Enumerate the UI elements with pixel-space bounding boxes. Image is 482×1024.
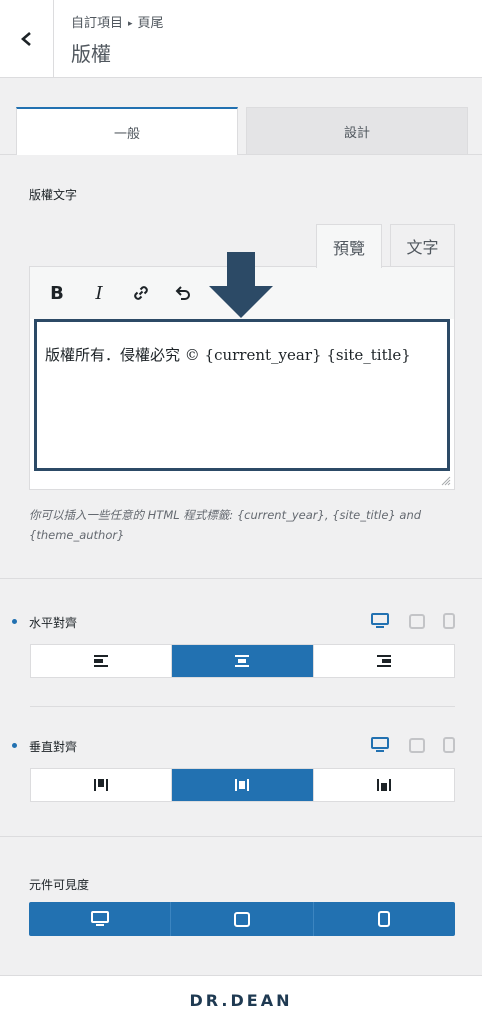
- breadcrumb: 自訂項目 ▸ 頁尾: [71, 12, 164, 31]
- align-right-icon: [376, 655, 391, 667]
- logo-text: DR.DEAN: [189, 990, 293, 1010]
- vertical-align-label: 垂直對齊: [29, 740, 78, 754]
- chevron-left-icon: [20, 32, 31, 46]
- tablet-icon[interactable]: [409, 738, 425, 753]
- undo-button[interactable]: [169, 279, 197, 307]
- align-left-icon: [94, 655, 109, 667]
- tablet-icon: [233, 911, 250, 927]
- align-top-button[interactable]: [31, 769, 173, 801]
- editor-tab-preview[interactable]: 預覽: [316, 224, 382, 268]
- page-title: 版權: [71, 42, 111, 66]
- customizer-header: 自訂項目 ▸ 頁尾 版權: [0, 0, 482, 78]
- visibility-buttons: [29, 902, 455, 936]
- align-left-button[interactable]: [31, 645, 173, 677]
- align-bottom-icon: [376, 779, 391, 791]
- desktop-icon[interactable]: [371, 613, 389, 629]
- tab-general[interactable]: 一般: [16, 107, 238, 155]
- visibility-mobile-button[interactable]: [314, 902, 455, 936]
- footer: DR.DEAN: [0, 975, 482, 1024]
- resize-grip-icon[interactable]: [441, 476, 451, 486]
- desktop-icon[interactable]: [371, 737, 389, 753]
- breadcrumb-separator-icon: ▸: [128, 19, 133, 29]
- tablet-icon[interactable]: [409, 614, 425, 629]
- hint-text: 你可以插入一些任意的 HTML 程式標籤: {current_year}, {s…: [29, 508, 422, 542]
- content-area[interactable]: 版權所有．侵權必究 © {current_year} {site_title}: [34, 319, 450, 471]
- undo-icon: [175, 286, 190, 300]
- italic-button[interactable]: I: [85, 279, 113, 307]
- link-button[interactable]: [127, 279, 155, 307]
- section-divider: [0, 578, 482, 579]
- link-icon: [134, 286, 148, 300]
- visibility-desktop-button[interactable]: [29, 902, 172, 936]
- breadcrumb-parent: 自訂項目: [71, 16, 124, 31]
- align-right-button[interactable]: [314, 645, 454, 677]
- copyright-label: 版權文字: [29, 188, 78, 202]
- inner-divider: [30, 706, 455, 707]
- tab-design[interactable]: 設計: [246, 107, 468, 155]
- back-button[interactable]: [0, 0, 54, 78]
- vertical-align-buttons: [30, 768, 455, 802]
- align-middle-icon: [235, 779, 250, 791]
- bold-button[interactable]: B: [43, 279, 71, 307]
- horizontal-align-label: 水平對齊: [29, 616, 78, 630]
- mobile-icon: [378, 911, 391, 927]
- breadcrumb-child: 頁尾: [137, 16, 164, 31]
- align-center-icon: [235, 655, 250, 667]
- visibility-label: 元件可見度: [29, 878, 90, 892]
- mobile-icon[interactable]: [443, 737, 455, 753]
- editor-tab-text[interactable]: 文字: [390, 224, 455, 267]
- desktop-icon: [90, 911, 109, 926]
- section-divider: [0, 836, 482, 837]
- align-center-button[interactable]: [172, 645, 314, 677]
- logo: DR.DEAN: [190, 991, 293, 1010]
- responsive-dot-icon: [12, 743, 17, 748]
- copyright-text: 版權所有．侵權必究 © {current_year} {site_title}: [45, 346, 411, 364]
- mobile-icon[interactable]: [443, 613, 455, 629]
- align-bottom-button[interactable]: [314, 769, 454, 801]
- visibility-tablet-button[interactable]: [171, 902, 314, 936]
- horizontal-align-buttons: [30, 644, 455, 678]
- down-arrow-icon: [209, 252, 273, 318]
- align-top-icon: [94, 779, 109, 791]
- responsive-dot-icon: [12, 619, 17, 624]
- align-middle-button[interactable]: [172, 769, 314, 801]
